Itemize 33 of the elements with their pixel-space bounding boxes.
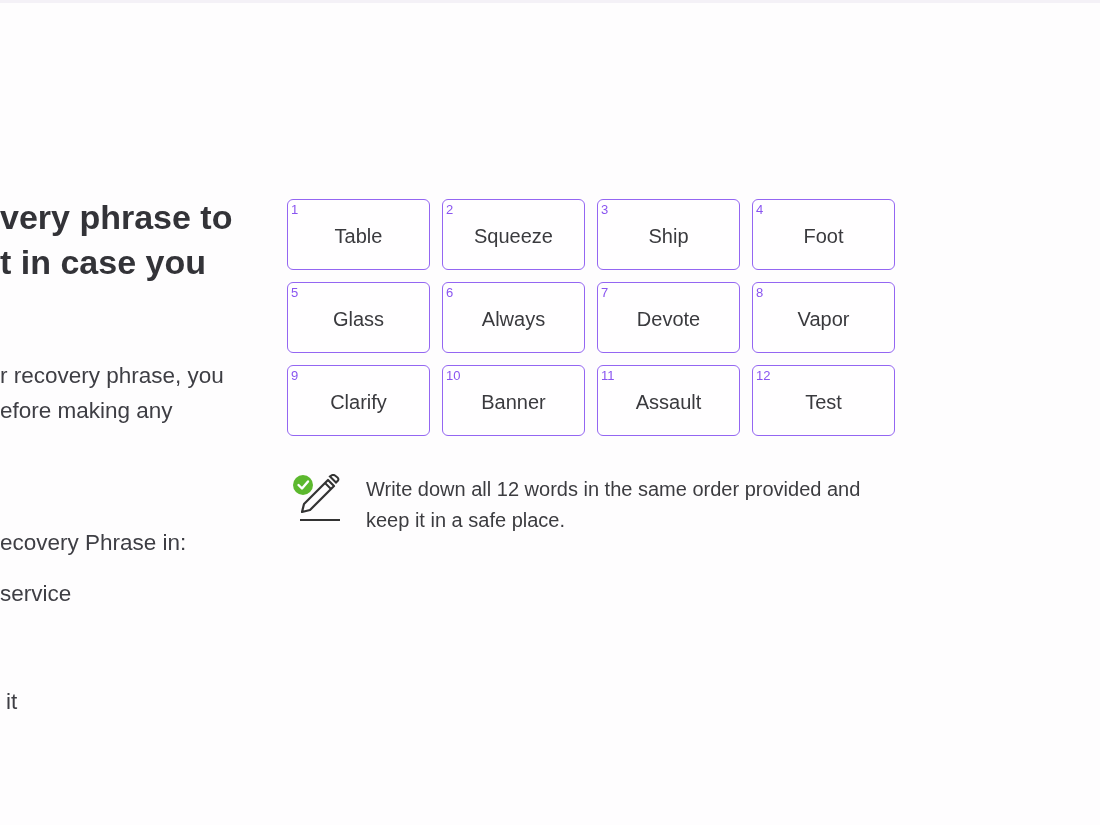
word-text: Foot [803, 223, 844, 248]
word-text: Always [481, 306, 546, 331]
word-number: 9 [291, 368, 299, 383]
body-text: efore making any [0, 397, 174, 425]
word-text: Assault [635, 389, 702, 414]
heading-text: very phrase to [0, 197, 234, 238]
instruction-text: Write down all 12 words in the same order provided and keep it in a safe place. [366, 477, 862, 533]
word-text: Glass [332, 306, 385, 331]
word-number: 12 [756, 368, 771, 383]
heading-text: t in case you [0, 242, 207, 283]
storage-label: ecovery Phrase in: [0, 529, 188, 557]
word-text: Test [805, 389, 842, 414]
word-text: Clarify [330, 389, 387, 414]
word-number: 7 [601, 285, 609, 300]
word-number: 6 [446, 285, 454, 300]
body-text: r recovery phrase, you [0, 362, 225, 390]
word-number: 10 [446, 368, 461, 383]
word-text: Vapor [797, 306, 850, 331]
word-number: 5 [291, 285, 299, 300]
word-number: 2 [446, 202, 454, 217]
storage-list-item: service [0, 580, 73, 608]
word-number: 8 [756, 285, 764, 300]
word-number: 4 [756, 202, 764, 217]
storage-list-item: it [5, 688, 19, 716]
word-text: Devote [636, 306, 701, 331]
word-number: 1 [291, 202, 299, 217]
word-text: Squeeze [474, 223, 553, 248]
word-number: 3 [601, 202, 609, 217]
word-text: Table [334, 223, 383, 248]
word-text: Banner [481, 389, 546, 414]
word-number: 11 [601, 368, 615, 383]
pencil-with-check-icon [292, 474, 342, 522]
word-text: Ship [648, 223, 689, 248]
